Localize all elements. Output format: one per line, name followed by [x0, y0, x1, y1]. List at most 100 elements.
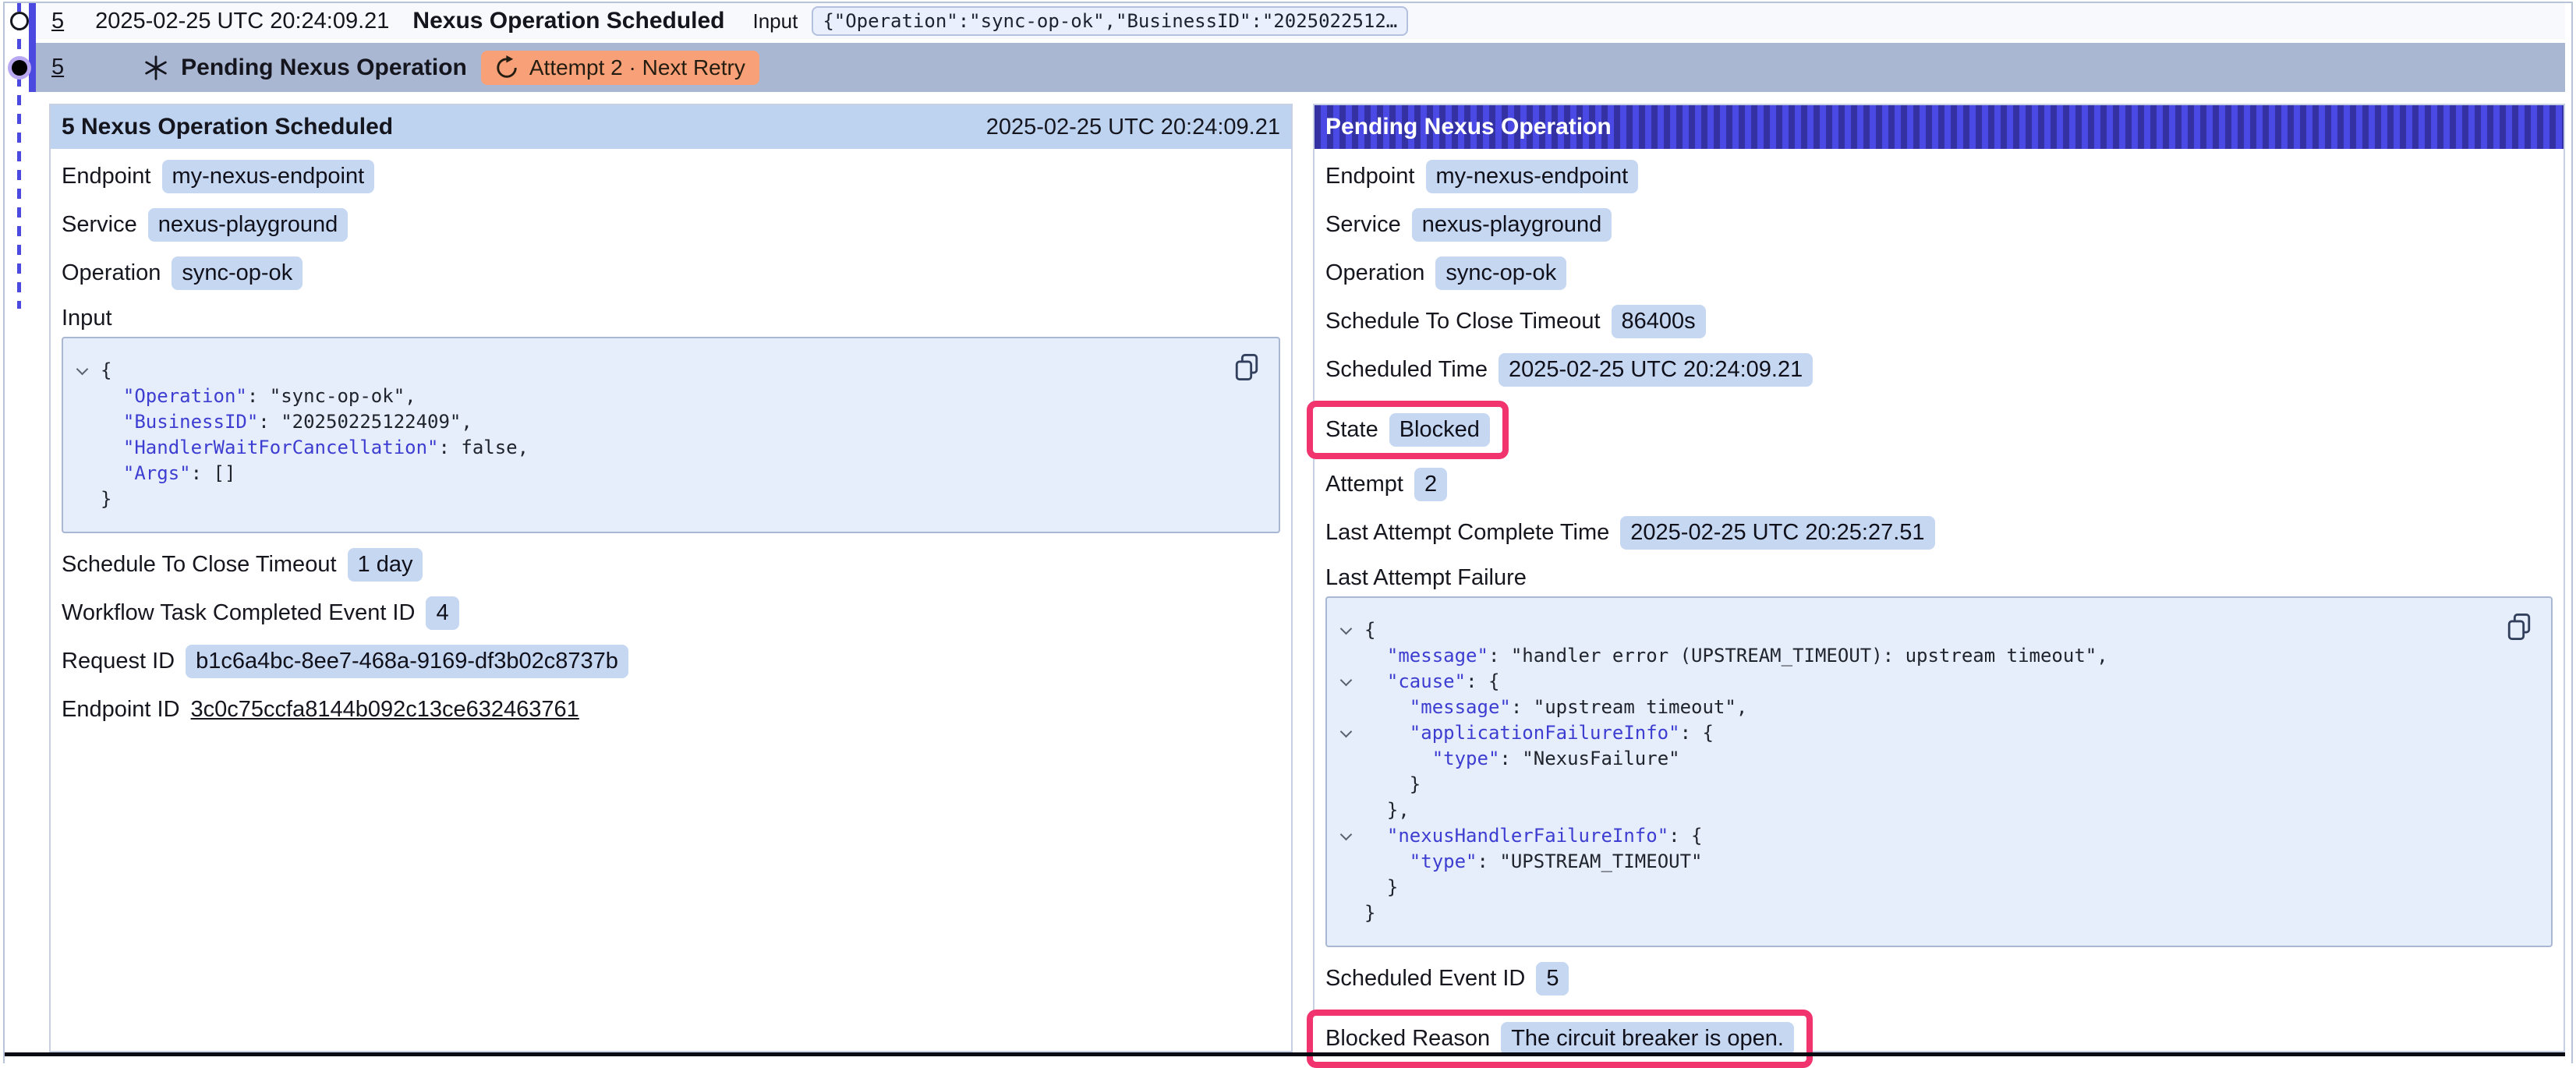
- field-value-last-attempt-complete-time: 2025-02-25 UTC 20:25:27.51: [1620, 516, 1934, 550]
- collapse-toggle[interactable]: [1327, 833, 1364, 839]
- field-service: Servicenexus-playground: [62, 207, 1280, 242]
- field-label-state: State: [1325, 417, 1378, 443]
- code-text: "Operation": "sync-op-ok",: [101, 384, 416, 409]
- pending-panel-header: Pending Nexus Operation: [1315, 105, 2564, 149]
- code-line: "HandlerWaitForCancellation": false,: [63, 435, 1263, 461]
- chevron-down-icon: [1339, 829, 1352, 841]
- event-timestamp: 2025-02-25 UTC 20:24:09.21: [95, 9, 389, 34]
- code-text: "message": "upstream timeout",: [1364, 695, 1747, 720]
- field-value-service: nexus-playground: [148, 208, 349, 242]
- timeline-event-marker-icon[interactable]: [10, 12, 29, 30]
- code-line: "Args": []: [63, 461, 1263, 486]
- code-line: },: [1327, 797, 2535, 823]
- field-label-workflow-task-completed-event-id: Workflow Task Completed Event ID: [62, 600, 415, 626]
- field-value-service: nexus-playground: [1412, 208, 1612, 242]
- field-workflow-task-completed-event-id: Workflow Task Completed Event ID 4: [62, 596, 1280, 630]
- field-label-scheduled-event-id: Scheduled Event ID: [1325, 966, 1525, 992]
- timeline-dashed-line: [17, 2, 21, 309]
- code-text: "type": "UPSTREAM_TIMEOUT": [1364, 849, 1702, 875]
- code-text: }: [1364, 900, 1375, 926]
- field-endpoint: Endpointmy-nexus-endpoint: [1325, 159, 2553, 193]
- code-text: "BusinessID": "20250225122409",: [101, 409, 472, 435]
- field-last-attempt-complete-time: Last Attempt Complete Time 2025-02-25 UTC…: [1325, 515, 2553, 550]
- field-value-state: Blocked: [1389, 413, 1490, 447]
- code-line: "message": "upstream timeout",: [1327, 695, 2535, 720]
- field-request-id: Request ID b1c6a4bc-8ee7-468a-9169-df3b02…: [62, 644, 1280, 678]
- field-operation: Operation sync-op-ok: [62, 256, 1280, 290]
- chevron-down-icon: [1339, 623, 1352, 635]
- field-label-attempt: Attempt: [1325, 472, 1403, 497]
- field-value-request-id: b1c6a4bc-8ee7-468a-9169-df3b02c8737b: [186, 645, 628, 678]
- collapse-toggle[interactable]: [63, 368, 101, 373]
- event-row-scheduled[interactable]: 5 2025-02-25 UTC 20:24:09.21 Nexus Opera…: [36, 3, 2565, 39]
- field-label-request-id: Request ID: [62, 649, 175, 674]
- field-scheduled-event-id: Scheduled Event ID5: [1325, 961, 2553, 996]
- bottom-divider: [4, 1052, 2565, 1056]
- timeline-current-marker-icon[interactable]: [12, 60, 27, 76]
- highlight-row-blocked-reason: Blocked ReasonThe circuit breaker is ope…: [1325, 1010, 2553, 1068]
- field-label-last-attempt-complete-time: Last Attempt Complete Time: [1325, 520, 1609, 546]
- field-value-schedule-to-close-timeout: 1 day: [348, 548, 423, 582]
- field-value-scheduled-time: 2025-02-25 UTC 20:24:09.21: [1499, 353, 1813, 387]
- collapse-toggle[interactable]: [1327, 730, 1364, 736]
- copy-icon: [1233, 352, 1260, 382]
- field-value-schedule-to-close-timeout: 86400s: [1612, 305, 1706, 338]
- collapse-toggle[interactable]: [1327, 679, 1364, 684]
- field-schedule-to-close-timeout: Schedule To Close Timeout1 day: [62, 547, 1280, 582]
- field-label-endpoint: Endpoint: [1325, 164, 1415, 189]
- code-text: }: [1364, 772, 1421, 797]
- highlight-row-state: State Blocked: [1325, 401, 2553, 459]
- annotation-box-blocked-reason: Blocked ReasonThe circuit breaker is ope…: [1307, 1010, 1813, 1068]
- field-value-endpoint-id[interactable]: 3c0c75ccfa8144b092c13ce632463761: [191, 697, 579, 723]
- field-endpoint-id: Endpoint ID 3c0c75ccfa8144b092c13ce632463…: [62, 692, 1280, 727]
- field-value-operation: sync-op-ok: [172, 256, 303, 290]
- field-service: Service nexus-playground: [1325, 207, 2553, 242]
- retry-status-badge: Attempt 2 · Next Retry: [481, 51, 759, 85]
- event-id-link[interactable]: 5: [51, 55, 64, 80]
- code-text: "nexusHandlerFailureInfo": {: [1364, 823, 1703, 849]
- chevron-down-icon: [76, 363, 88, 376]
- field-value-attempt: 2: [1414, 468, 1447, 501]
- code-line: }: [63, 486, 1263, 512]
- field-label-endpoint-id: Endpoint ID: [62, 697, 180, 723]
- code-text: "cause": {: [1364, 669, 1499, 695]
- code-line: "cause": {: [1327, 669, 2535, 695]
- field-scheduled-time: Scheduled Time2025-02-25 UTC 20:24:09.21: [1325, 352, 2553, 387]
- code-text: },: [1364, 797, 1410, 823]
- code-text: "Args": []: [101, 461, 235, 486]
- timeline-active-bar: [29, 3, 36, 92]
- copy-button[interactable]: [1232, 352, 1261, 384]
- scheduled-panel-timestamp: 2025-02-25 UTC 20:24:09.21: [986, 115, 1280, 140]
- code-line: }: [1327, 875, 2535, 900]
- retry-icon: [495, 56, 518, 80]
- chevron-down-icon: [1339, 674, 1352, 687]
- code-text: {: [1364, 617, 1375, 643]
- event-row-pending[interactable]: 5 Pending Nexus Operation Attempt 2 · Ne…: [36, 43, 2565, 92]
- code-text: }: [1364, 875, 1398, 900]
- field-label-last-attempt-failure: Last Attempt Failure: [1325, 564, 2553, 592]
- annotation-box-state: State Blocked: [1307, 401, 1509, 459]
- event-id-link[interactable]: 5: [51, 9, 64, 34]
- code-line: "applicationFailureInfo": {: [1327, 720, 2535, 746]
- code-line: "nexusHandlerFailureInfo": {: [1327, 823, 2535, 849]
- scheduled-event-panel: 5 Nexus Operation Scheduled 2025-02-25 U…: [49, 104, 1293, 1052]
- code-line: {: [63, 358, 1263, 384]
- code-line: "message": "handler error (UPSTREAM_TIME…: [1327, 643, 2535, 669]
- input-preview-badge[interactable]: {"Operation":"sync-op-ok","BusinessID":"…: [812, 6, 1408, 36]
- copy-button[interactable]: [2504, 612, 2534, 643]
- collapse-toggle[interactable]: [1327, 628, 1364, 633]
- code-text: "applicationFailureInfo": {: [1364, 720, 1714, 746]
- field-label-operation: Operation: [1325, 260, 1424, 286]
- code-text: "message": "handler error (UPSTREAM_TIME…: [1364, 643, 2108, 669]
- field-operation: Operationsync-op-ok: [1325, 256, 2553, 290]
- field-label-schedule-to-close-timeout: Schedule To Close Timeout: [1325, 309, 1601, 334]
- field-label-blocked-reason: Blocked Reason: [1325, 1026, 1490, 1052]
- pending-asterisk-icon: [142, 54, 170, 82]
- field-label-operation: Operation: [62, 260, 161, 286]
- code-block-last-attempt-failure: { "message": "handler error (UPSTREAM_TI…: [1325, 596, 2553, 947]
- field-label-service: Service: [1325, 212, 1401, 238]
- pending-event-title: Pending Nexus Operation: [181, 55, 467, 81]
- field-value-endpoint: my-nexus-endpoint: [162, 160, 375, 193]
- field-value-workflow-task-completed-event-id: 4: [426, 596, 458, 630]
- scheduled-panel-body: Endpointmy-nexus-endpointServicenexus-pl…: [51, 149, 1291, 727]
